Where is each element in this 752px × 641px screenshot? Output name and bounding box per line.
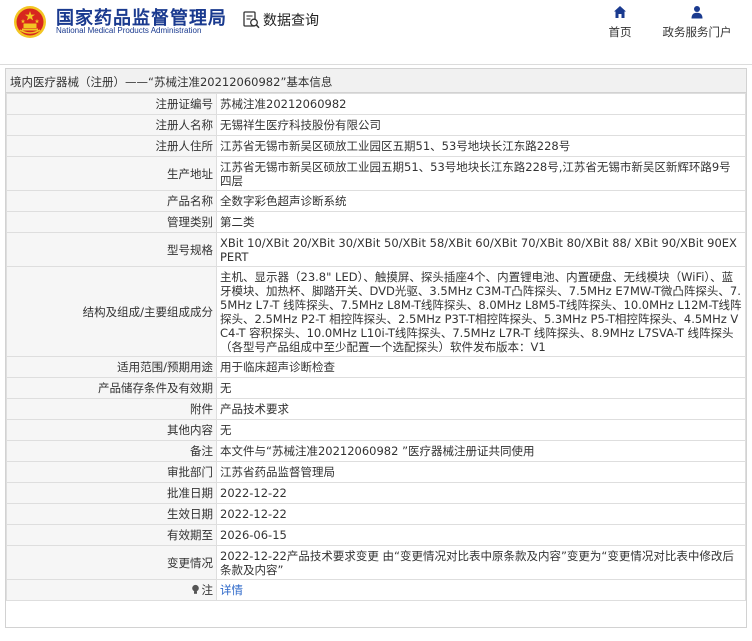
- details-link[interactable]: 详情: [220, 583, 243, 597]
- field-label: 注册人名称: [6, 114, 217, 136]
- field-value: 本文件与“苏械注准20212060982 ”医疗器械注册证共同使用: [216, 440, 746, 462]
- national-emblem-icon[interactable]: [13, 5, 47, 39]
- table-row: 有效期至 2026-06-15: [6, 524, 746, 546]
- table-row: 注册证编号 苏械注准20212060982: [6, 93, 746, 115]
- site-name-en[interactable]: National Medical Products Administration: [56, 26, 201, 35]
- field-label: 管理类别: [6, 211, 217, 233]
- field-value: 无: [216, 377, 746, 399]
- field-label: 附件: [6, 398, 217, 420]
- field-value: 2022-12-22产品技术要求变更 由“变更情况对比表中原条款及内容”变更为“…: [216, 545, 746, 580]
- note-label-cell: 注: [6, 579, 217, 601]
- table-row: 适用范围/预期用途 用于临床超声诊断检查: [6, 356, 746, 378]
- field-label: 其他内容: [6, 419, 217, 441]
- field-label: 生效日期: [6, 503, 217, 525]
- note-value-cell: 详情: [216, 579, 746, 601]
- table-row: 批准日期 2022-12-22: [6, 482, 746, 504]
- table-row: 型号规格 XBit 10/XBit 20/XBit 30/XBit 50/XBit…: [6, 232, 746, 267]
- field-value: 用于临床超声诊断检查: [216, 356, 746, 378]
- field-value: 江苏省无锡市新吴区硕放工业园五期51、53号地块长江东路228号,江苏省无锡市新…: [216, 156, 746, 191]
- field-value: XBit 10/XBit 20/XBit 30/XBit 50/XBit 58/…: [216, 232, 746, 267]
- field-value: 2022-12-22: [216, 482, 746, 504]
- field-value: 全数字彩色超声诊断系统: [216, 190, 746, 212]
- table-row: 注册人住所 江苏省无锡市新吴区硕放工业园区五期51、53号地块长江东路228号: [6, 135, 746, 157]
- info-panel: 境内医疗器械（注册）——“苏械注准20212060982”基本信息 注册证编号苏…: [5, 68, 747, 628]
- field-label: 变更情况: [6, 545, 217, 580]
- home-icon: [614, 6, 626, 18]
- detail-table: 注册证编号 苏械注准20212060982 注册人名称 无锡祥生医疗科技股份有限公司…: [6, 93, 746, 601]
- data-query-label: 数据查询: [263, 13, 319, 29]
- field-label: 生产地址: [6, 156, 217, 191]
- table-row: 注 详情: [6, 579, 746, 601]
- header-divider: [0, 64, 752, 65]
- nav-home[interactable]: 首页: [605, 5, 635, 40]
- table-row: 管理类别 第二类: [6, 211, 746, 233]
- table-row: 备注 本文件与“苏械注准20212060982 ”医疗器械注册证共同使用: [6, 440, 746, 462]
- field-label: 有效期至: [6, 524, 217, 546]
- lightbulb-icon: [191, 584, 199, 594]
- page-title: “苏械注准20212060982”基本信息: [148, 75, 333, 89]
- field-label: 产品储存条件及有效期: [6, 377, 217, 399]
- site-header: 国家药品监督管理局 National Medical Products Admi…: [0, 0, 752, 46]
- nav-home-label: 首页: [608, 25, 632, 39]
- table-row: 变更情况 2022-12-22产品技术要求变更 由“变更情况对比表中原条款及内容”…: [6, 545, 746, 580]
- field-label: 适用范围/预期用途: [6, 356, 217, 378]
- field-value: 江苏省药品监督管理局: [216, 461, 746, 483]
- data-search-icon: [243, 11, 260, 29]
- field-value: 2022-12-22: [216, 503, 746, 525]
- breadcrumb-separator: ——: [125, 75, 148, 89]
- table-row: 其他内容无: [6, 419, 746, 441]
- breadcrumb-category[interactable]: 境内医疗器械（注册）: [10, 75, 125, 89]
- table-row: 产品储存条件及有效期无: [6, 377, 746, 399]
- nav-service-portal[interactable]: 政务服务门户: [657, 5, 737, 40]
- field-value: 苏械注准20212060982: [216, 93, 746, 115]
- field-value: 2026-06-15: [216, 524, 746, 546]
- table-row: 生效日期 2022-12-22: [6, 503, 746, 525]
- table-row: 产品名称 全数字彩色超声诊断系统: [6, 190, 746, 212]
- field-value: 无锡祥生医疗科技股份有限公司: [216, 114, 746, 136]
- field-label: 型号规格: [6, 232, 217, 267]
- table-row: 附件 产品技术要求: [6, 398, 746, 420]
- table-row: 注册人名称 无锡祥生医疗科技股份有限公司: [6, 114, 746, 136]
- breadcrumb: 境内医疗器械（注册）——“苏械注准20212060982”基本信息: [6, 69, 746, 93]
- user-icon: [691, 6, 703, 19]
- field-value: 江苏省无锡市新吴区硕放工业园区五期51、53号地块长江东路228号: [216, 135, 746, 157]
- field-label: 产品名称: [6, 190, 217, 212]
- field-value: 产品技术要求: [216, 398, 746, 420]
- field-value: 主机、显示器（23.8" LED）、触摸屏、探头插座4个、内置锂电池、内置硬盘、…: [216, 266, 746, 357]
- field-value: 第二类: [216, 211, 746, 233]
- field-label: 注册证编号: [6, 93, 217, 115]
- table-row: 审批部门 江苏省药品监督管理局: [6, 461, 746, 483]
- table-row: 结构及组成/主要组成成分 主机、显示器（23.8" LED）、触摸屏、探头插座4个…: [6, 266, 746, 357]
- field-value: 无: [216, 419, 746, 441]
- field-label: 备注: [6, 440, 217, 462]
- data-query-link[interactable]: 数据查询: [243, 10, 319, 30]
- nav-portal-label: 政务服务门户: [662, 25, 732, 39]
- field-label: 结构及组成/主要组成成分: [6, 266, 217, 357]
- note-label: 注: [201, 583, 214, 597]
- field-label: 注册人住所: [6, 135, 217, 157]
- table-row: 生产地址 江苏省无锡市新吴区硕放工业园五期51、53号地块长江东路228号,江苏省…: [6, 156, 746, 191]
- field-label: 审批部门: [6, 461, 217, 483]
- field-label: 批准日期: [6, 482, 217, 504]
